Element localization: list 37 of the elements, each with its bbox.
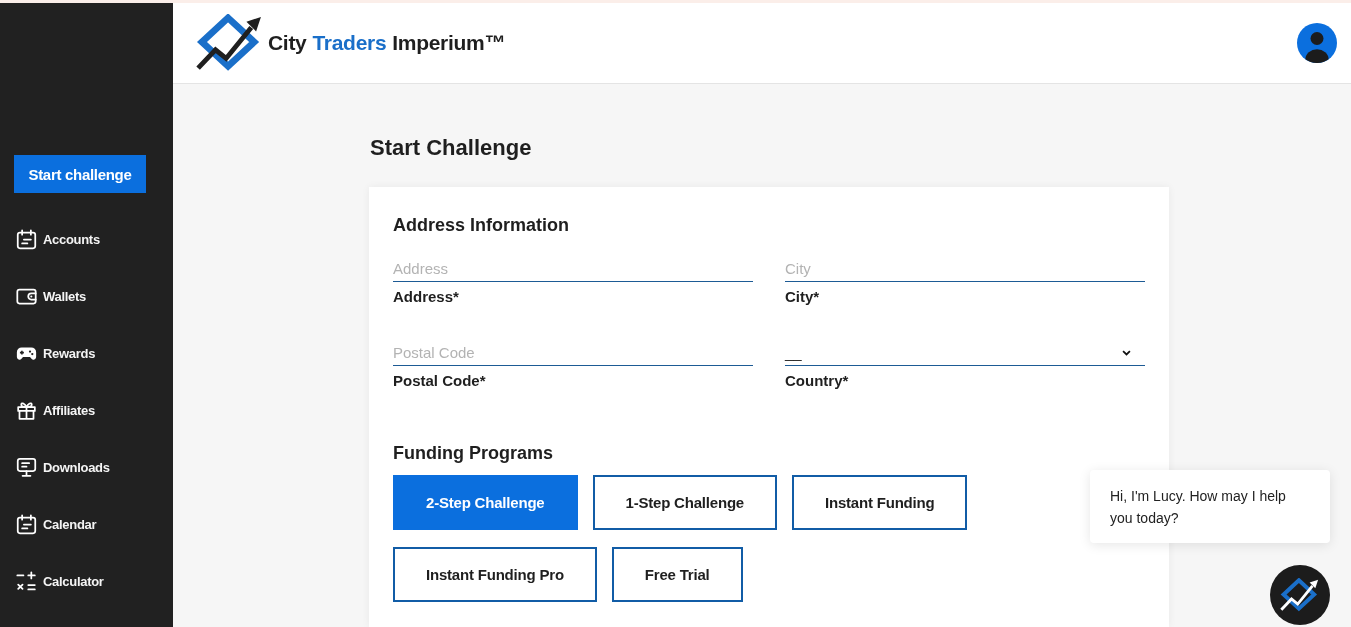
sidebar-nav-link[interactable]: Calendar bbox=[16, 513, 110, 535]
calendar-icon bbox=[16, 228, 37, 250]
logo-text: Traders bbox=[312, 31, 387, 55]
field-label: Postal Code* bbox=[393, 371, 486, 391]
input-field[interactable]: City bbox=[785, 256, 1145, 282]
calculator-icon bbox=[16, 570, 37, 592]
input-field[interactable]: Postal Code bbox=[393, 340, 753, 366]
field-label: City* bbox=[785, 287, 820, 307]
user-avatar-icon[interactable] bbox=[1297, 23, 1337, 63]
dropdown-select[interactable]: __ bbox=[785, 340, 1145, 366]
sidebar-nav-link[interactable]: Calculator bbox=[16, 570, 110, 592]
field-label: Address* bbox=[393, 287, 459, 307]
gift-icon bbox=[16, 399, 37, 421]
program-option-button[interactable]: 2-Step Challenge bbox=[393, 475, 578, 530]
sidebar-nav-link[interactable]: Rewards bbox=[16, 342, 110, 364]
sidebar-nav-link[interactable]: Affiliates bbox=[16, 399, 110, 421]
start-challenge-button[interactable]: Start challenge bbox=[14, 155, 146, 193]
sidebar-nav-link[interactable]: Accounts bbox=[16, 228, 110, 250]
field-label: Country* bbox=[785, 371, 849, 391]
program-option-button[interactable]: Free Trial bbox=[611, 547, 743, 602]
program-option-button[interactable]: 1-Step Challenge bbox=[592, 475, 777, 530]
calendar-icon bbox=[16, 513, 37, 535]
logo-icon bbox=[196, 14, 264, 72]
section-heading: Address Information bbox=[393, 214, 571, 237]
input-field[interactable]: Address bbox=[393, 256, 753, 282]
logo-icon bbox=[1280, 578, 1320, 612]
monitor-icon bbox=[16, 456, 37, 478]
logo-text: City bbox=[268, 31, 307, 55]
section-heading: Funding Programs bbox=[393, 442, 554, 465]
logo-text: Imperium™ bbox=[392, 31, 506, 55]
page-title: Start Challenge bbox=[370, 134, 532, 162]
program-option-button[interactable]: Instant Funding Pro bbox=[393, 547, 597, 602]
sidebar-nav-link[interactable]: Downloads bbox=[16, 456, 110, 478]
chat-bubble: Hi, I'm Lucy. How may I help you today? bbox=[1090, 470, 1330, 543]
sidebar-nav-link[interactable]: Wallets bbox=[16, 285, 110, 307]
program-option-button[interactable]: Instant Funding bbox=[792, 475, 968, 530]
chevron-down-icon bbox=[1122, 349, 1131, 356]
